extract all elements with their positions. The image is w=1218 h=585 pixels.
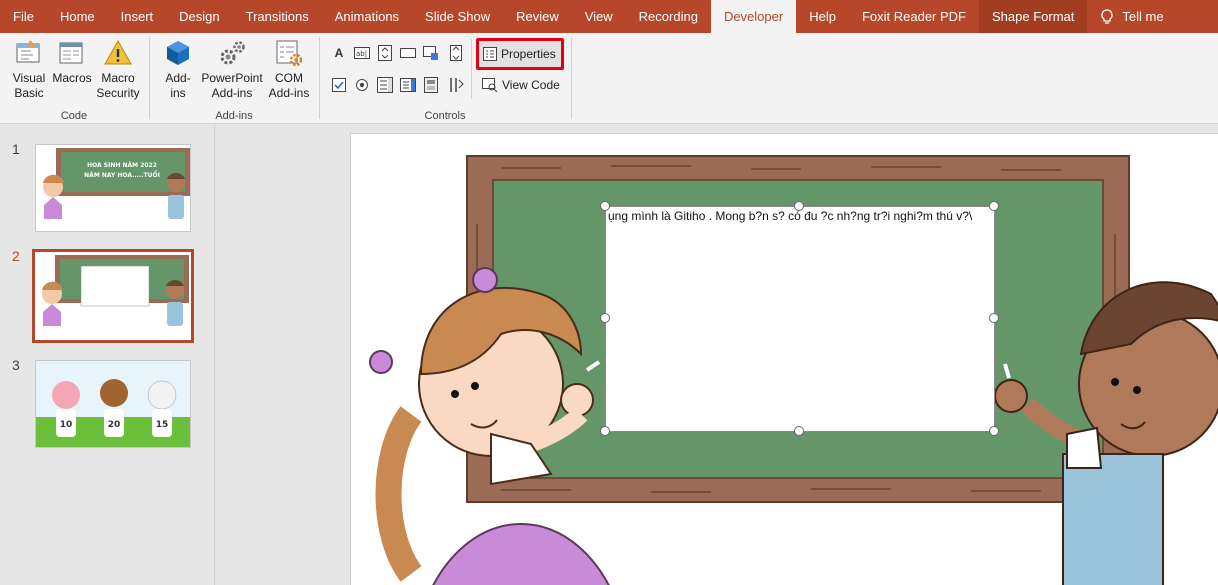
tab-recording[interactable]: Recording xyxy=(626,0,711,33)
tab-slide-show[interactable]: Slide Show xyxy=(412,0,503,33)
macros-icon xyxy=(59,42,83,64)
controls-divider xyxy=(471,39,472,99)
tab-foxit-reader-pdf[interactable]: Foxit Reader PDF xyxy=(849,0,979,33)
controls-group-label: Controls xyxy=(424,110,466,122)
controls-group: A ab| Properties View Code Controls xyxy=(320,33,570,124)
image-control-icon[interactable] xyxy=(423,45,439,61)
visual-basic-button[interactable]: Visual Basic xyxy=(8,37,50,101)
group-divider xyxy=(571,37,572,119)
tab-animations[interactable]: Animations xyxy=(322,0,412,33)
lightbulb-icon xyxy=(1101,8,1113,24)
resize-handle-bottom-left[interactable] xyxy=(600,426,610,436)
visual-basic-label-1: Visual xyxy=(12,71,46,85)
tab-home[interactable]: Home xyxy=(47,0,108,33)
activex-textbox[interactable]: ụng mình là Gitiho . Mong b?n s? có đu ?… xyxy=(605,206,995,432)
add-ins-label-2: ins xyxy=(170,86,186,100)
macros-label: Macros xyxy=(52,71,92,85)
macros-button[interactable]: Macros xyxy=(50,37,94,86)
addins-group-label: Add-ins xyxy=(215,110,253,122)
view-code-icon xyxy=(482,78,498,92)
combobox-control-icon[interactable] xyxy=(400,77,416,93)
tab-transitions[interactable]: Transitions xyxy=(233,0,322,33)
view-code-label: View Code xyxy=(502,78,560,92)
resize-handle-bottom-right[interactable] xyxy=(989,426,999,436)
slide3-number-3: 15 xyxy=(156,420,169,430)
spin-button-control-icon[interactable] xyxy=(377,45,393,61)
powerpoint-add-ins-label-2: Add-ins xyxy=(211,86,253,100)
warning-icon xyxy=(104,39,132,65)
slide-thumbnail-3[interactable]: 10 20 15 xyxy=(35,360,191,448)
slide1-title-line-2: NĂM NAY HOA.....TUỔI xyxy=(84,171,160,179)
tell-me-box[interactable]: Tell me xyxy=(1087,0,1176,33)
resize-handle-left[interactable] xyxy=(600,313,610,323)
toggle-button-control-icon[interactable] xyxy=(423,77,439,93)
visual-basic-icon xyxy=(16,40,40,63)
slide3-number-2: 20 xyxy=(108,420,121,430)
slide-number-1: 1 xyxy=(12,141,20,157)
resize-handle-top-left[interactable] xyxy=(600,201,610,211)
textbox-text: ụng mình là Gitiho . Mong b?n s? có đu ?… xyxy=(608,209,973,223)
resize-handle-top-right[interactable] xyxy=(989,201,999,211)
slide-number-2: 2 xyxy=(12,248,20,264)
powerpoint-add-ins-label-1: PowerPoint xyxy=(201,71,263,85)
code-group: Visual Basic Macros Macro Security Code xyxy=(0,33,148,124)
tab-file[interactable]: File xyxy=(0,0,47,33)
gear-icon xyxy=(220,41,245,65)
properties-icon xyxy=(483,47,497,61)
tab-help[interactable]: Help xyxy=(796,0,849,33)
properties-label: Properties xyxy=(501,47,556,61)
ribbon-tab-bar: File Home Insert Design Transitions Anim… xyxy=(0,0,1218,33)
slide1-title-line-1: HOA SINH NĂM 2022 xyxy=(87,162,157,169)
com-add-ins-label-1: COM xyxy=(275,71,303,85)
svg-text:ab|: ab| xyxy=(356,50,367,58)
view-code-button[interactable]: View Code xyxy=(478,73,564,97)
more-controls-icon[interactable] xyxy=(448,77,464,93)
scroll-bar-control-icon[interactable] xyxy=(448,45,464,61)
option-button-control-icon[interactable] xyxy=(354,77,370,93)
tab-review[interactable]: Review xyxy=(503,0,572,33)
macro-security-button[interactable]: Macro Security xyxy=(94,37,142,101)
com-add-ins-button[interactable]: COM Add-ins xyxy=(266,37,312,101)
listbox-control-icon[interactable] xyxy=(377,77,393,93)
addins-group: Add- ins PowerPoint Add-ins COM Add-ins … xyxy=(150,33,318,124)
slide-number-3: 3 xyxy=(12,357,20,373)
resize-handle-top[interactable] xyxy=(794,201,804,211)
checkbox-control-icon[interactable] xyxy=(331,77,347,93)
slide-thumbnail-2[interactable] xyxy=(32,249,194,343)
slide-thumbnail-1[interactable]: HOA SINH NĂM 2022 NĂM NAY HOA.....TUỔI xyxy=(35,144,191,232)
tab-design[interactable]: Design xyxy=(166,0,232,33)
label-control-icon[interactable]: A xyxy=(331,45,347,61)
code-group-label: Code xyxy=(60,110,88,122)
properties-button[interactable]: Properties xyxy=(476,38,564,70)
add-ins-cube-icon xyxy=(167,41,189,65)
macro-security-label-1: Macro xyxy=(101,71,135,85)
tab-insert[interactable]: Insert xyxy=(108,0,167,33)
com-add-ins-label-2: Add-ins xyxy=(268,86,310,100)
tab-shape-format[interactable]: Shape Format xyxy=(979,0,1088,33)
tab-view[interactable]: View xyxy=(572,0,626,33)
tab-developer[interactable]: Developer xyxy=(710,0,797,33)
visual-basic-label-2: Basic xyxy=(14,86,44,100)
ribbon: Visual Basic Macros Macro Security Code … xyxy=(0,33,1218,124)
macro-security-label-2: Security xyxy=(96,86,140,100)
add-ins-button[interactable]: Add- ins xyxy=(158,37,198,101)
resize-handle-right[interactable] xyxy=(989,313,999,323)
add-ins-label-1: Add- xyxy=(165,71,191,85)
command-button-control-icon[interactable] xyxy=(400,45,416,61)
com-add-ins-icon xyxy=(276,40,303,67)
tell-me-label: Tell me xyxy=(1122,9,1164,24)
textbox-control-icon[interactable]: ab| xyxy=(354,45,370,61)
slide3-number-1: 10 xyxy=(60,420,73,430)
powerpoint-add-ins-button[interactable]: PowerPoint Add-ins xyxy=(200,37,264,101)
resize-handle-bottom[interactable] xyxy=(794,426,804,436)
